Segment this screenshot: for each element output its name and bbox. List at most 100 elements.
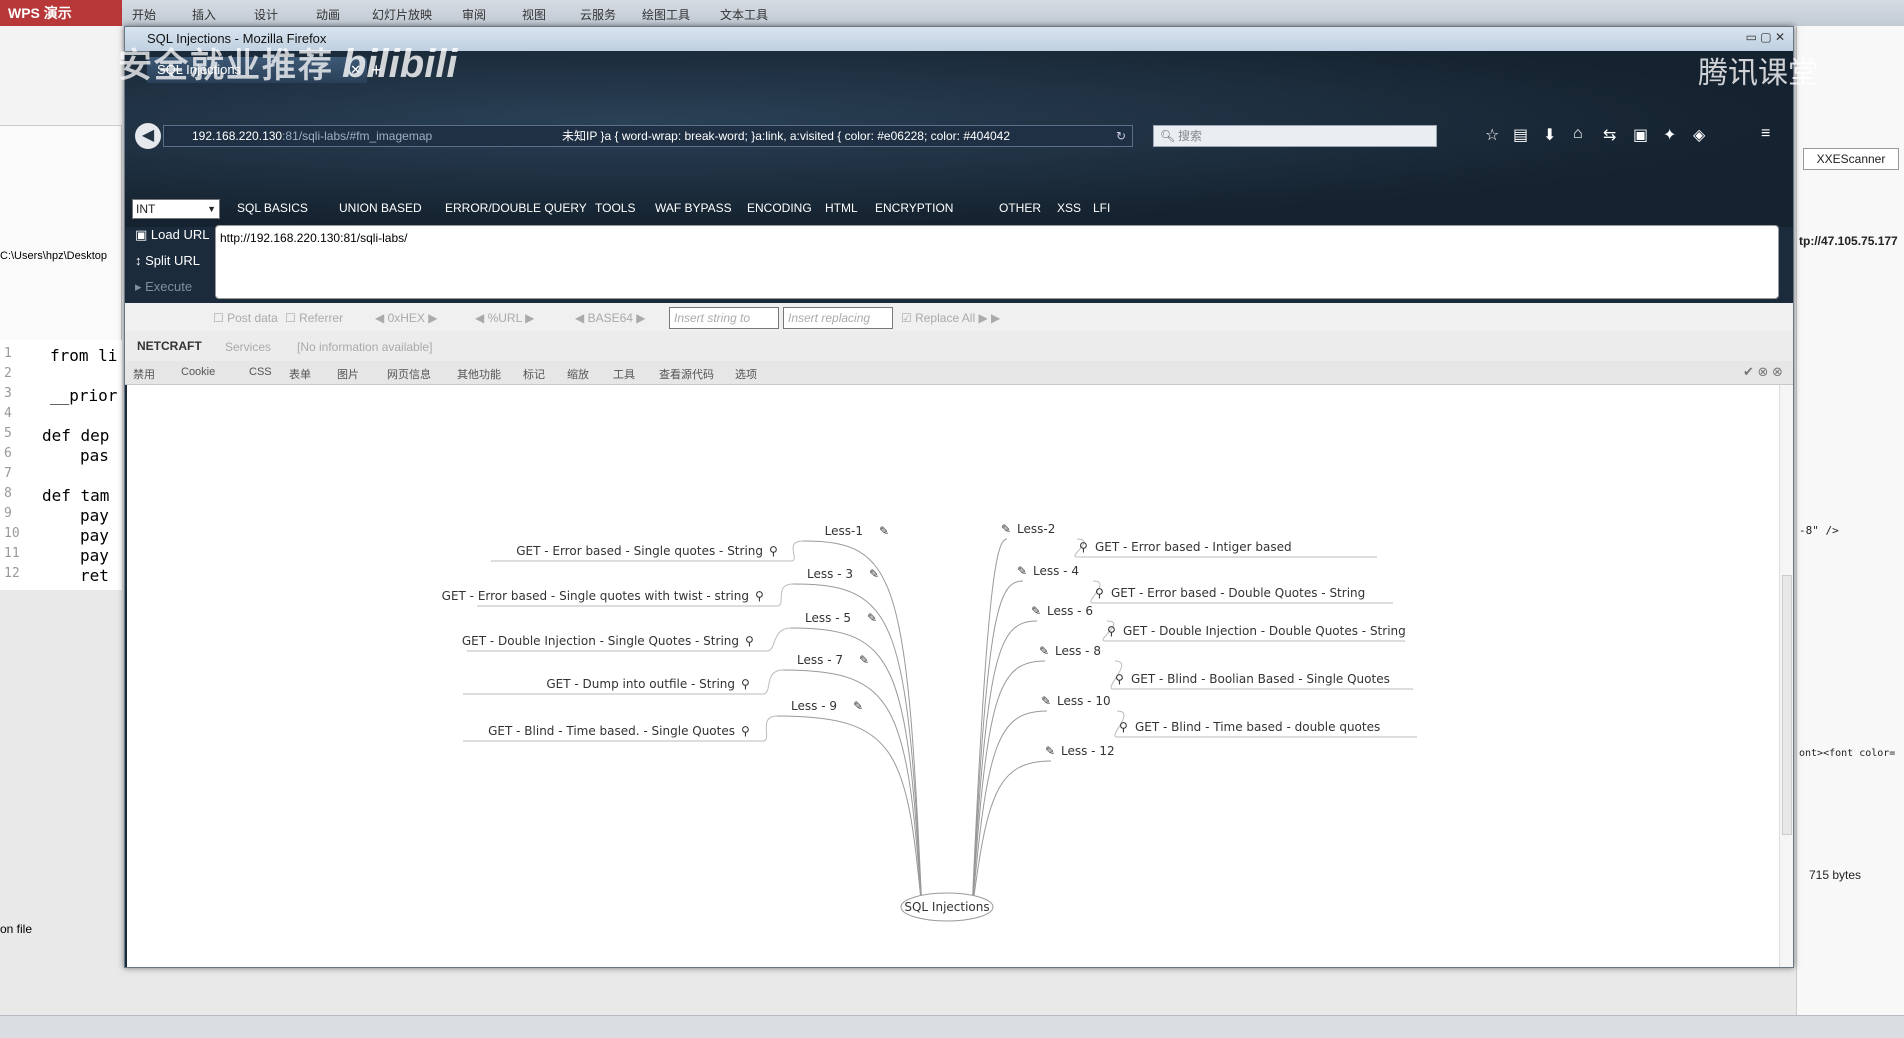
wps-app-menu[interactable]: WPS 演示 <box>0 0 122 26</box>
wd-outline[interactable]: 标记 <box>523 366 545 382</box>
linux-icon: ⚲ <box>741 677 750 691</box>
hackbar-menu-waf-bypass[interactable]: WAF BYPASS <box>655 201 732 215</box>
base64-button[interactable]: ◀ BASE64 ▶ <box>575 311 646 325</box>
replace-string-input[interactable]: Insert string to replace <box>669 307 779 345</box>
linux-icon: ⚲ <box>1095 586 1104 600</box>
sync-icon[interactable]: ⇆ <box>1603 125 1616 145</box>
wps-menu-3[interactable]: 动画 <box>316 6 340 23</box>
netcraft-logo[interactable]: NETCRAFT <box>137 339 202 353</box>
wd-view-source[interactable]: 查看源代码 <box>659 366 714 382</box>
hackbar-menu-other[interactable]: OTHER <box>999 201 1041 215</box>
hackbar-menu-xss[interactable]: XSS <box>1057 201 1081 215</box>
hackbar-menu-encryption[interactable]: ENCRYPTION <box>875 201 953 215</box>
page-content: Less-1 ✎ GET - Error based - Single quotes… <box>127 385 1781 967</box>
reading-list-icon[interactable]: ▤ <box>1513 125 1528 145</box>
search-icon: 🔍︎ <box>1160 129 1176 143</box>
xxescanner-button[interactable]: XXEScanner <box>1803 148 1899 170</box>
load-url-button[interactable]: ▣ Load URL <box>135 227 209 243</box>
code-editor[interactable]: 1 from li 2 3 __prior 4 5 def dep 6 pas 7 8 d… <box>0 340 122 590</box>
replacing-string-input[interactable]: Insert replacing string <box>783 307 893 345</box>
hackbar-menu-tools[interactable]: TOOLS <box>595 201 635 215</box>
wps-menu-2[interactable]: 设计 <box>254 6 278 23</box>
tencent-watermark: 腾讯课堂 <box>1698 57 1818 90</box>
wps-menu-9[interactable]: 文本工具 <box>720 6 768 23</box>
pencil-icon: ✎ <box>1017 564 1027 578</box>
wd-disable[interactable]: 禁用 <box>133 366 155 382</box>
execute-label: Execute <box>145 279 193 294</box>
hackbar-menu-error-double[interactable]: ERROR/DOUBLE QUERY <box>445 201 587 215</box>
pencil-icon: ✎ <box>1045 744 1055 758</box>
linux-icon: ⚲ <box>1079 540 1088 554</box>
hackbar-menu-union-based[interactable]: UNION BASED <box>339 201 422 215</box>
mindmap-branch <box>971 620 1038 912</box>
extension-icon[interactable]: ◈ <box>1693 125 1705 145</box>
hackbar-select-value: INT <box>136 202 156 216</box>
reload-icon[interactable]: ↻ <box>1116 126 1126 146</box>
addon-icon[interactable]: ✦ <box>1663 125 1676 145</box>
mindmap-less-label: Less-1 <box>825 524 863 538</box>
code-line: def dep <box>42 426 110 445</box>
replace-all-button[interactable]: ☑ Replace All ▶ ▶ <box>901 311 1000 325</box>
post-data-checkbox[interactable]: ☐ Post data <box>213 311 278 325</box>
wd-images[interactable]: 图片 <box>337 366 359 382</box>
pencil-icon: ✎ <box>1031 604 1041 618</box>
window-controls[interactable]: ▭ ▢ ✕ <box>1746 30 1785 44</box>
url-bar[interactable]: 192.168.220.130:81/sqli-labs/#fm_imagema… <box>163 125 1133 147</box>
scroll-thumb[interactable] <box>1782 575 1792 835</box>
split-icon: ↕ <box>135 253 146 268</box>
pencil-icon: ✎ <box>1039 644 1049 658</box>
wps-menu-1[interactable]: 插入 <box>192 6 216 23</box>
hackbar-menu-html[interactable]: HTML <box>825 201 858 215</box>
wps-menu-4[interactable]: 幻灯片放映 <box>372 6 432 23</box>
referrer-checkbox[interactable]: ☐ Referrer <box>285 311 343 325</box>
mindmap-desc-label: GET - Blind - Boolian Based - Single Quo… <box>1131 672 1390 686</box>
web-developer-toolbar <box>125 361 1793 385</box>
search-input[interactable]: 🔍︎ 搜索 <box>1153 125 1437 147</box>
toolbar-close-icons[interactable]: ✔ ⊗ ⊗ <box>1743 364 1783 380</box>
bookmark-star-icon-button[interactable]: ☆ <box>1485 125 1499 145</box>
wd-css[interactable]: CSS <box>249 366 272 378</box>
execute-button[interactable]: ▸ Execute <box>135 279 192 295</box>
download-icon[interactable]: ⬇ <box>1543 125 1556 145</box>
wd-forms[interactable]: 表单 <box>289 366 311 382</box>
mindmap-desc-label: GET - Error based - Intiger based <box>1095 540 1292 554</box>
line-number: 4 <box>4 406 12 421</box>
hackbar-menu-lfi[interactable]: LFI <box>1093 201 1110 215</box>
wd-cookies[interactable]: Cookie <box>181 366 215 378</box>
wps-menu-7[interactable]: 云服务 <box>580 6 616 23</box>
referrer-label: Referrer <box>299 311 344 325</box>
pencil-icon: ✎ <box>1041 694 1051 708</box>
line-number: 8 <box>4 486 12 501</box>
netcraft-services[interactable]: Services <box>225 340 271 354</box>
wd-options[interactable]: 选项 <box>735 366 757 382</box>
back-button[interactable]: ◀ <box>135 123 161 149</box>
wd-page-info[interactable]: 网页信息 <box>387 366 431 382</box>
hex-encode-button[interactable]: ◀ 0xHEX ▶ <box>375 311 437 325</box>
hackbar-menu-encoding[interactable]: ENCODING <box>747 201 812 215</box>
hackbar-select[interactable]: INT ▼ <box>132 199 220 219</box>
home-icon[interactable]: ⌂ <box>1573 125 1583 143</box>
url-encode-button[interactable]: ◀ %URL ▶ <box>475 311 534 325</box>
wps-menu-8[interactable]: 绘图工具 <box>642 6 690 23</box>
wd-resize[interactable]: 缩放 <box>567 366 589 382</box>
screenshot-icon[interactable]: ▣ <box>1633 125 1648 145</box>
split-url-button[interactable]: ↕ Split URL <box>135 253 200 268</box>
mindmap-desc-label: GET - Dump into outfile - String <box>546 677 735 691</box>
wps-status-fragment: on file <box>0 922 33 936</box>
wd-misc[interactable]: 其他功能 <box>457 366 501 382</box>
wd-tools[interactable]: 工具 <box>613 366 635 382</box>
mindmap-less-label: Less - 8 <box>1055 644 1101 658</box>
mindmap-desc-label: GET - Double Injection - Double Quotes -… <box>1123 624 1406 638</box>
wps-ribbon <box>0 26 122 126</box>
hackbar-url-textarea[interactable]: http://192.168.220.130:81/sqli-labs/ <box>215 225 1779 299</box>
wps-titlebar <box>0 0 1904 26</box>
mindmap-branch <box>776 715 923 912</box>
line-number: 2 <box>4 366 12 381</box>
wps-menu-6[interactable]: 视图 <box>522 6 546 23</box>
menu-hamburger-icon[interactable]: ≡ <box>1761 125 1770 143</box>
wps-menu-5[interactable]: 审阅 <box>462 6 486 23</box>
wps-menu-0[interactable]: 开始 <box>132 6 156 23</box>
hackbar-menu-sql-basics[interactable]: SQL BASICS <box>237 201 308 215</box>
line-number: 1 <box>4 346 12 361</box>
page-scrollbar[interactable] <box>1779 385 1793 967</box>
